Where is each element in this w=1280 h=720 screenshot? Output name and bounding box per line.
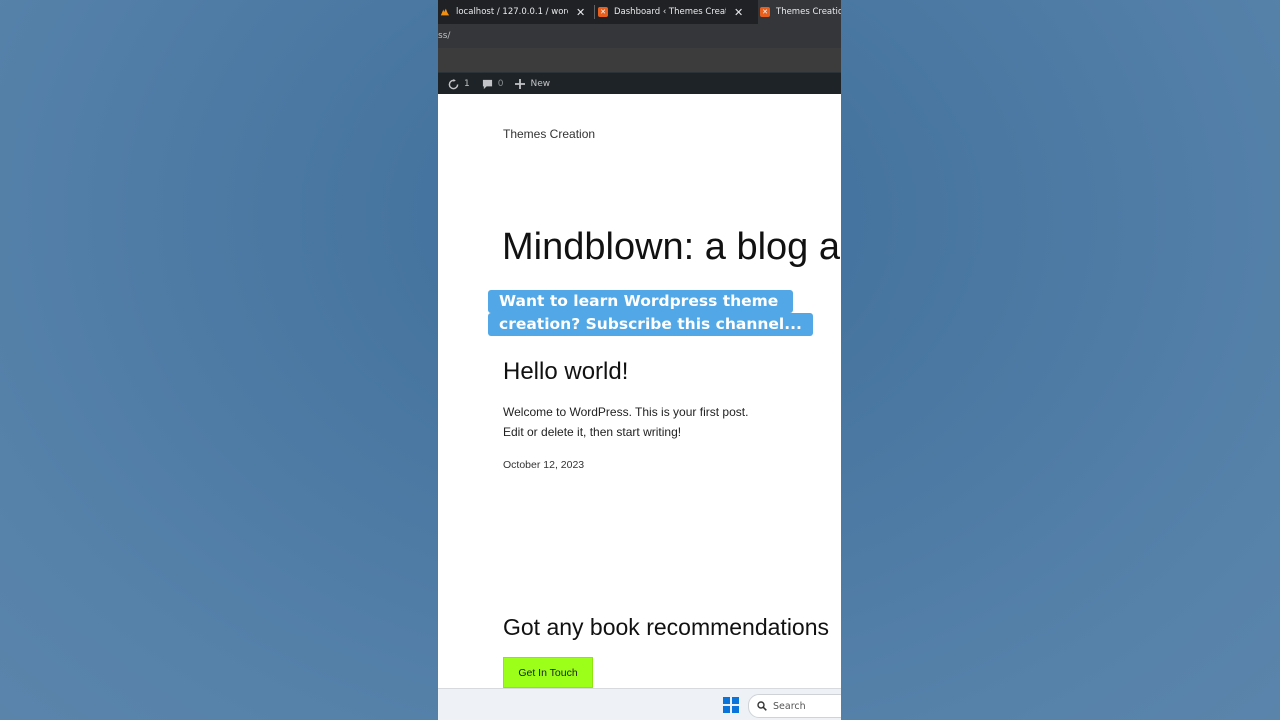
excerpt-line: Welcome to WordPress. This is your first… — [503, 405, 749, 419]
search-label: Search — [773, 700, 806, 712]
post-date[interactable]: October 12, 2023 — [503, 459, 584, 471]
post-excerpt: Welcome to WordPress. This is your first… — [503, 402, 748, 442]
tab-dashboard[interactable]: ✕ Dashboard ‹ Themes Creation — ✕ — [598, 0, 748, 24]
xampp-icon: ✕ — [598, 7, 608, 17]
caption-line-1: Want to learn Wordpress theme — [488, 290, 794, 313]
tab-label: localhost / 127.0.0.1 / wordpress — [456, 7, 568, 17]
new-label: New — [530, 79, 551, 89]
post-title[interactable]: Hello world! — [503, 358, 628, 386]
close-tab-icon[interactable]: ✕ — [576, 6, 585, 19]
site-title[interactable]: Themes Creation — [503, 127, 595, 141]
xampp-icon: ✕ — [760, 7, 770, 17]
comments-count: 0 — [497, 79, 504, 89]
tab-label: Dashboard ‹ Themes Creation — — [614, 7, 726, 17]
url-text: ss/ — [438, 31, 451, 41]
comments-button[interactable]: 0 — [482, 79, 504, 90]
hero-heading: Mindblown: a blog a — [502, 226, 840, 268]
updates-button[interactable]: 1 — [448, 78, 470, 90]
tab-phpmyadmin[interactable]: localhost / 127.0.0.1 / wordpress ✕ — [440, 0, 590, 24]
updates-count: 1 — [464, 79, 470, 89]
book-recommendations-heading: Got any book recommendations — [503, 614, 830, 640]
browser-tab-strip: localhost / 127.0.0.1 / wordpress ✕ ✕ Da… — [438, 0, 841, 24]
plus-icon — [515, 79, 526, 89]
get-in-touch-button[interactable]: Get In Touch — [503, 657, 593, 688]
taskbar-search[interactable]: Search — [748, 694, 841, 718]
bookmarks-bar — [438, 48, 841, 72]
tab-divider — [594, 5, 595, 19]
windows-taskbar: Search — [438, 688, 841, 720]
caption-line-2: creation? Subscribe this channel... — [488, 313, 813, 336]
search-icon — [757, 701, 767, 711]
new-content-button[interactable]: New — [515, 79, 550, 89]
excerpt-line: Edit or delete it, then start writing! — [503, 425, 682, 439]
comment-icon — [482, 79, 492, 89]
close-tab-icon[interactable]: ✕ — [734, 6, 743, 19]
screen-recording-frame: localhost / 127.0.0.1 / wordpress ✕ ✕ Da… — [438, 0, 841, 720]
tab-label: Themes Creation — [776, 7, 841, 17]
tab-themes-creation[interactable]: ✕ Themes Creation — [758, 0, 841, 24]
wp-admin-bar: 1 0 New — [438, 72, 841, 95]
windows-start-icon[interactable] — [723, 697, 739, 713]
page-content: Themes Creation Mindblown: a blog a Hell… — [438, 94, 841, 688]
address-bar[interactable]: ss/ — [438, 24, 841, 48]
refresh-icon — [448, 78, 459, 89]
phpmyadmin-icon — [440, 7, 450, 17]
